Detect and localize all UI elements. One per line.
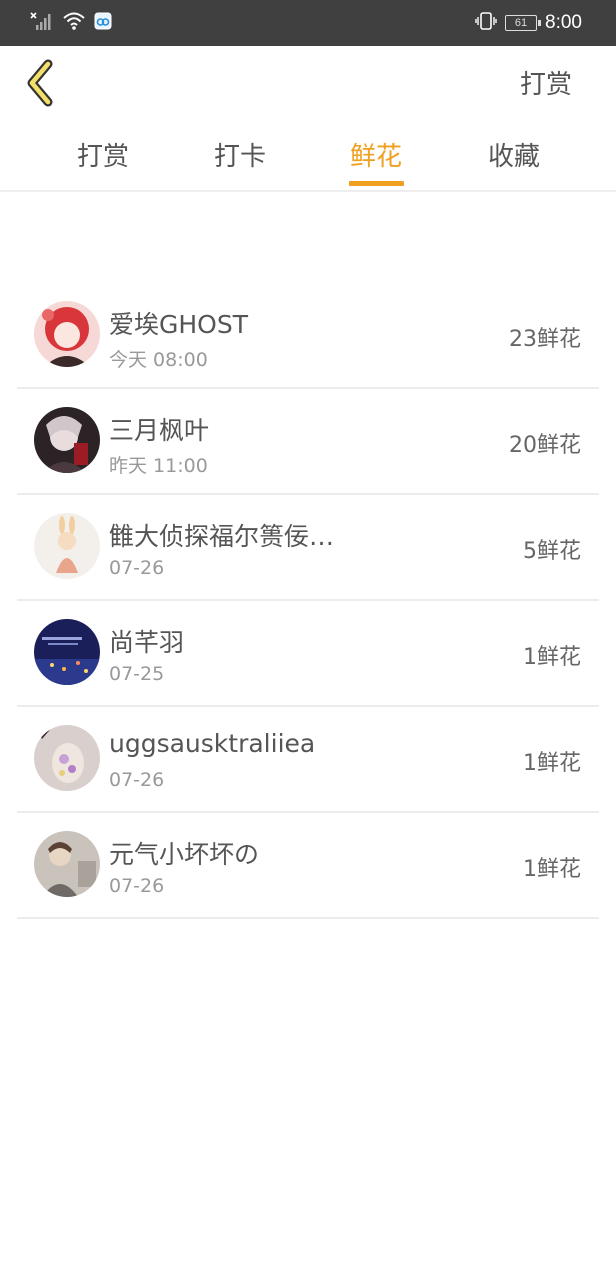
header: 打赏 (0, 46, 616, 120)
user-name: 元气小坏坏の (109, 840, 260, 869)
tab-bar: 打赏 打卡 鲜花 收藏 (0, 120, 616, 192)
gift-time: 今天 08:00 (109, 349, 208, 371)
avatar[interactable] (34, 831, 100, 897)
status-bar: 61 8:00 (0, 0, 616, 46)
gift-time: 07-26 (109, 769, 165, 791)
user-name: 爱埃GHOST (109, 310, 248, 339)
signal-off-icon (30, 11, 54, 35)
status-right-icons: 61 8:00 (475, 10, 582, 36)
avatar[interactable] (34, 407, 100, 473)
list-item[interactable]: 尚芊羽 07-25 1鲜花 (17, 601, 599, 707)
user-name: 雔大侦探福尔篑佞… (109, 522, 335, 551)
flower-count: 1鲜花 (523, 645, 581, 670)
flower-count: 5鲜花 (523, 539, 581, 564)
avatar[interactable] (34, 513, 100, 579)
active-tab-indicator (349, 181, 404, 186)
hotspot-icon (94, 12, 112, 34)
flower-count: 20鲜花 (509, 433, 581, 458)
avatar[interactable] (34, 301, 100, 367)
list-item[interactable]: 雔大侦探福尔篑佞… 07-26 5鲜花 (17, 495, 599, 601)
back-button[interactable] (20, 58, 64, 108)
user-name: uggsausktraliiea (109, 729, 316, 758)
tab-favorites[interactable]: 收藏 (454, 136, 574, 173)
flower-list: 爱埃GHOST 今天 08:00 23鲜花 三月枫叶 昨天 11:00 20鲜花 (17, 283, 599, 919)
gift-time: 07-25 (109, 663, 165, 685)
user-name: 尚芊羽 (109, 628, 185, 657)
gift-time: 07-26 (109, 875, 165, 897)
flower-count: 1鲜花 (523, 751, 581, 776)
battery-level: 61 (514, 17, 528, 29)
status-left-icons (30, 10, 112, 36)
chevron-left-icon (20, 59, 64, 112)
tab-reward[interactable]: 打赏 (43, 136, 163, 173)
battery-icon: 61 (505, 15, 542, 31)
flower-count: 1鲜花 (523, 857, 581, 882)
user-name: 三月枫叶 (109, 416, 210, 445)
vibrate-icon (475, 11, 497, 35)
list-item[interactable]: 爱埃GHOST 今天 08:00 23鲜花 (17, 283, 599, 389)
tab-checkin[interactable]: 打卡 (180, 136, 300, 173)
gift-time: 07-26 (109, 557, 165, 579)
wifi-icon (62, 11, 86, 35)
list-item[interactable]: 三月枫叶 昨天 11:00 20鲜花 (17, 389, 599, 495)
tab-flowers[interactable]: 鲜花 (316, 136, 436, 173)
flower-count: 23鲜花 (509, 327, 581, 352)
gift-time: 昨天 11:00 (109, 455, 208, 477)
header-reward-button[interactable]: 打赏 (520, 64, 572, 101)
status-time: 8:00 (545, 12, 582, 33)
avatar[interactable] (34, 619, 100, 685)
list-item[interactable]: uggsausktraliiea 07-26 1鲜花 (17, 707, 599, 813)
list-item[interactable]: 元气小坏坏の 07-26 1鲜花 (17, 813, 599, 919)
avatar[interactable] (34, 725, 100, 791)
